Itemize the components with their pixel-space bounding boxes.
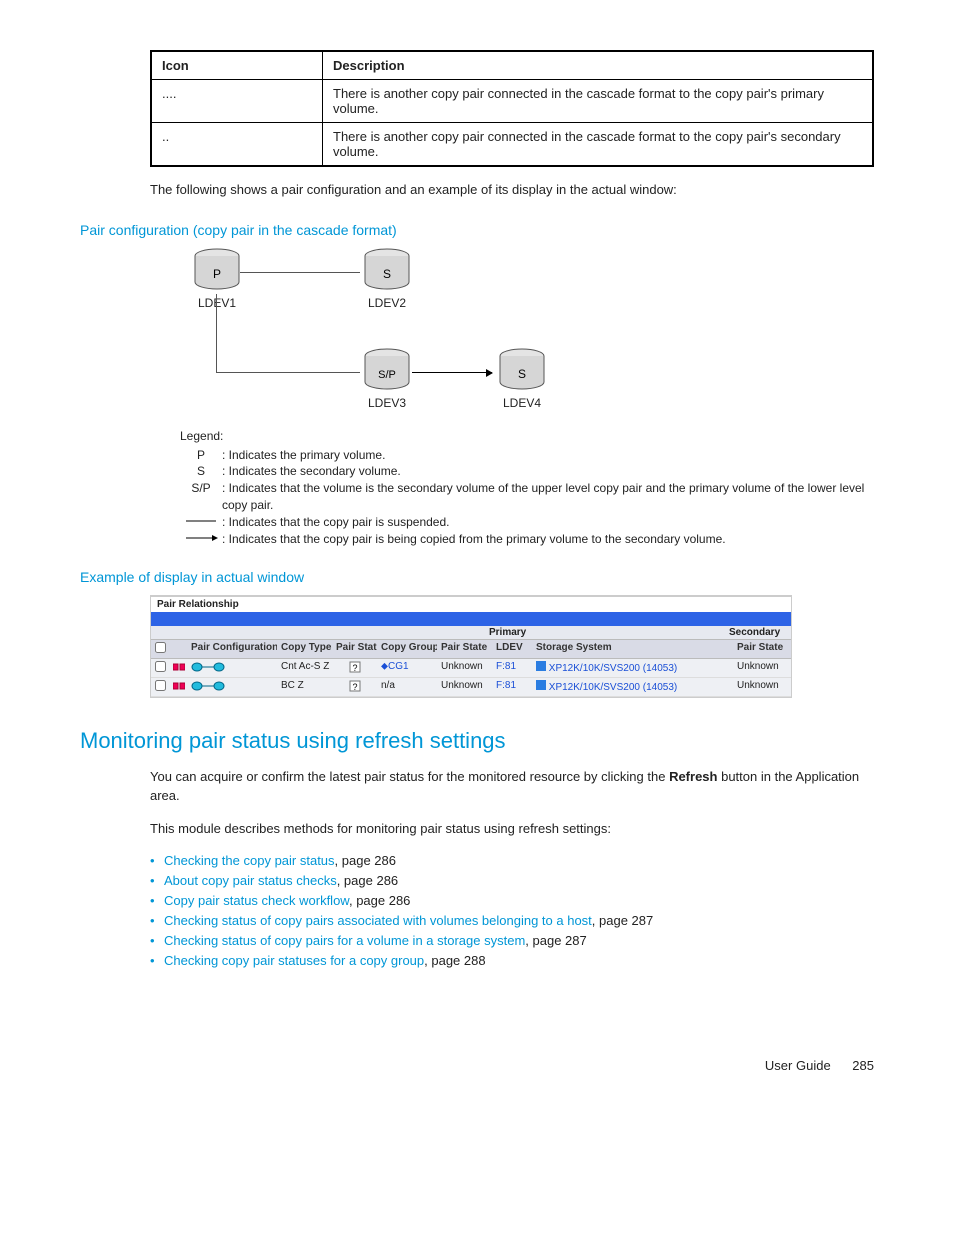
storage-icon [536,680,546,690]
col-ldev[interactable]: LDEV [492,640,532,658]
th-desc: Description [323,51,874,80]
cylinder-icon: S [362,248,412,294]
storage-icon [536,661,546,671]
doc-link[interactable]: Copy pair status check workflow [164,893,349,908]
col-storage-system[interactable]: Storage System [532,640,733,658]
svg-text:S: S [383,267,391,281]
legend-arrow-icon [180,531,222,548]
col-pair-config[interactable]: Pair Configuration▽ [187,640,277,658]
svg-text:S/P: S/P [378,369,396,381]
legend-title: Legend: [180,428,874,445]
svg-text:?: ? [352,682,357,692]
connector-line [240,272,360,273]
svg-text:?: ? [352,663,357,673]
cyl-label: LDEV3 [360,396,414,410]
table-row: .. There is another copy pair connected … [151,123,873,167]
doc-link[interactable]: Checking status of copy pairs associated… [164,913,592,928]
cyl-label: LDEV1 [190,296,244,310]
table-row: Cnt Ac-S Z ? ⬥CG1 Unknown F:81 XP12K/10K… [151,659,791,678]
legend: Legend: P: Indicates the primary volume.… [180,428,874,548]
col-copy-group[interactable]: Copy Group [377,640,437,658]
cell-icon: .. [151,123,323,167]
cylinder-icon: S/P [362,348,412,394]
connector-arrow [412,372,492,373]
pair-glyph-icon [169,678,187,696]
col-sec-pair-state[interactable]: Pair State [733,640,791,658]
list-item: Checking status of copy pairs for a volu… [150,933,874,948]
copy-group-link[interactable]: ⬥CG1 [377,659,437,677]
list-item: Copy pair status check workflow, page 28… [150,893,874,908]
section-p2: This module describes methods for monito… [150,820,874,839]
row-checkbox[interactable] [155,680,166,691]
intro-text: The following shows a pair configuration… [150,181,874,200]
doc-link[interactable]: Checking copy pair statuses for a copy g… [164,953,424,968]
pair-config-icon [187,678,277,696]
list-item: Checking the copy pair status, page 286 [150,853,874,868]
legend-line-icon [180,514,222,531]
col-copy-type[interactable]: Copy Type [277,640,332,658]
col-pair-state[interactable]: Pair State [437,640,492,658]
doc-link[interactable]: Checking the copy pair status [164,853,335,868]
table-row: BC Z ? n/a Unknown F:81 XP12K/10K/SVS200… [151,678,791,697]
connector-line [216,294,217,372]
row-checkbox[interactable] [155,661,166,672]
section-heading: Monitoring pair status using refresh set… [80,728,874,754]
storage-link[interactable]: XP12K/10K/SVS200 (14053) [532,659,733,677]
status-unknown-icon: ? [332,659,377,677]
cyl-label: LDEV4 [495,396,549,410]
select-all-checkbox[interactable] [155,642,166,653]
pair-config-icon [187,659,277,677]
doc-link[interactable]: About copy pair status checks [164,873,337,888]
ldev-link[interactable]: F:81 [492,659,532,677]
footer-page-number: 285 [852,1058,874,1073]
caption-example-window: Example of display in actual window [80,569,874,585]
page-footer: User Guide 285 [80,1058,874,1073]
list-item: Checking status of copy pairs associated… [150,913,874,928]
svg-text:S: S [518,367,526,381]
connector-line [216,372,360,373]
cell-desc: There is another copy pair connected in … [323,80,874,123]
svg-text:P: P [213,267,221,281]
cyl-label: LDEV2 [360,296,414,310]
ss-title: Pair Relationship [151,596,791,612]
doc-link[interactable]: Checking status of copy pairs for a volu… [164,933,525,948]
table-row: .... There is another copy pair connecte… [151,80,873,123]
section-p1: You can acquire or confirm the latest pa… [150,768,874,806]
ss-bluebar [151,612,791,626]
th-icon: Icon [151,51,323,80]
caption-pair-config: Pair configuration (copy pair in the cas… [80,222,874,238]
col-pair-status[interactable]: Pair Status [332,640,377,658]
cylinder-icon: S [497,348,547,394]
pair-glyph-icon [169,659,187,677]
footer-title: User Guide [765,1058,831,1073]
cylinder-icon: P [192,248,242,294]
pair-relationship-screenshot: Pair Relationship Primary Secondary Pair… [150,595,792,698]
pair-config-diagram: P LDEV1 S LDEV2 S/P LDEV3 S [180,248,874,428]
storage-link[interactable]: XP12K/10K/SVS200 (14053) [532,678,733,696]
list-item: About copy pair status checks, page 286 [150,873,874,888]
icon-description-table: Icon Description .... There is another c… [150,50,874,167]
list-item: Checking copy pair statuses for a copy g… [150,953,874,968]
ldev-link[interactable]: F:81 [492,678,532,696]
status-unknown-icon: ? [332,678,377,696]
links-list: Checking the copy pair status, page 286 … [150,853,874,968]
cell-desc: There is another copy pair connected in … [323,123,874,167]
cell-icon: .... [151,80,323,123]
